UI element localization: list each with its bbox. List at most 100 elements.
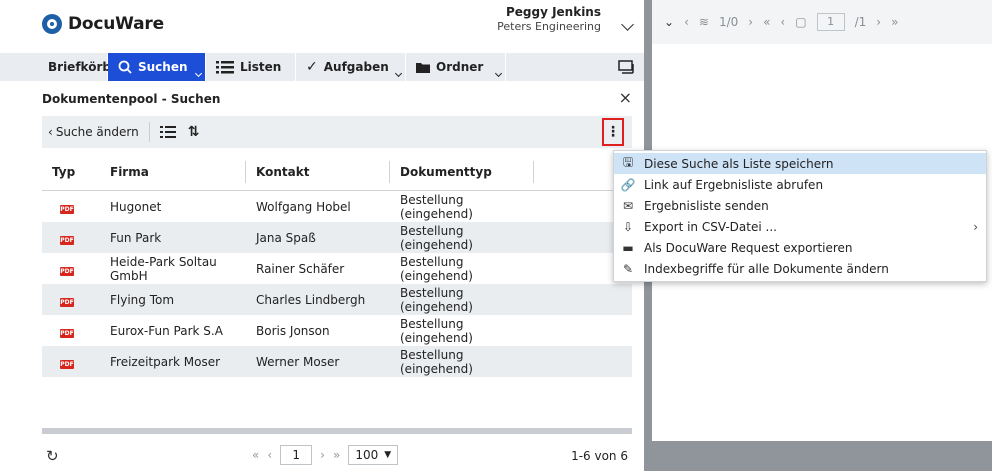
menu-item-export-csv[interactable]: ⇩ Export in CSV-Datei ... ›: [614, 216, 986, 237]
horizontal-scrollbar[interactable]: [42, 428, 632, 434]
cell-kontakt: Boris Jonson: [256, 323, 330, 338]
change-search-button[interactable]: ‹ Suche ändern: [42, 116, 145, 148]
sort-icon: ⇅: [187, 124, 200, 140]
chevron-down-icon[interactable]: [494, 69, 503, 78]
pdf-icon: PDF: [60, 204, 74, 214]
table-row[interactable]: PDF Fun Park Jana Spaß Bestellung (einge…: [42, 222, 632, 253]
cell-kontakt: Wolfgang Hobel: [256, 199, 351, 214]
type-cell: PDF: [42, 231, 100, 245]
pagination: « ‹ 1 › » 100 ▼: [252, 445, 399, 465]
viewer-page-input[interactable]: 1: [816, 13, 845, 31]
nav-ordner[interactable]: Ordner: [406, 53, 506, 81]
chevron-down-icon: ▼: [384, 450, 392, 460]
type-cell: PDF: [42, 200, 100, 214]
page-size-value: 100: [355, 448, 379, 462]
nav-suchen[interactable]: Suchen: [108, 53, 206, 81]
first-page-icon[interactable]: «: [252, 448, 259, 462]
menu-item-edit-index[interactable]: ✎ Indexbegriffe für alle Dokumente änder…: [614, 258, 986, 279]
cell-kontakt: Rainer Schäfer: [256, 261, 345, 276]
cell-firma: Freizeitpark Moser: [110, 354, 221, 369]
pdf-icon: PDF: [60, 297, 74, 307]
nav-listen[interactable]: Listen: [206, 53, 296, 81]
menu-item-send-list[interactable]: ✉ Ergebnisliste senden: [614, 195, 986, 216]
type-cell: PDF: [42, 262, 100, 276]
export-icon: ⇩: [622, 219, 634, 234]
cell-dokumenttyp: Bestellung (eingehend): [400, 285, 473, 314]
brand-name: DocuWare: [68, 14, 164, 34]
col-firma[interactable]: Firma: [100, 160, 246, 183]
stack-icon[interactable]: ≋: [699, 15, 709, 29]
user-company: Peters Engineering: [497, 20, 601, 33]
cell-firma: Hugonet: [110, 199, 162, 214]
first-page-icon[interactable]: «: [763, 15, 770, 29]
cell-dokumenttyp: Bestellung (eingehend): [400, 347, 473, 376]
menu-item-save-as-list[interactable]: 🖫 Diese Suche als Liste speichern: [614, 153, 986, 174]
table-row[interactable]: PDF Flying Tom Charles Lindbergh Bestell…: [42, 284, 632, 315]
viewer-page-total: /1: [854, 15, 867, 29]
col-kontakt[interactable]: Kontakt: [246, 160, 390, 183]
page-number-input[interactable]: 1: [280, 445, 313, 465]
prev-page-icon[interactable]: ‹: [780, 15, 785, 29]
col-dokumenttyp[interactable]: Dokumenttyp: [390, 160, 534, 183]
last-page-icon[interactable]: »: [333, 448, 340, 462]
nav-listen-label: Listen: [240, 60, 282, 74]
page-icon[interactable]: ▢: [795, 15, 806, 29]
refresh-icon[interactable]: ↻: [46, 447, 59, 465]
nav-aufgaben[interactable]: ✓ Aufgaben: [296, 53, 406, 81]
viewer-statusbar: [652, 441, 992, 471]
table-row[interactable]: PDF Hugonet Wolfgang Hobel Bestellung (e…: [42, 191, 632, 222]
next-document-icon[interactable]: ›: [748, 15, 753, 29]
save-icon: 🖫: [622, 155, 634, 169]
last-page-icon[interactable]: »: [891, 15, 898, 29]
docuware-logo[interactable]: DocuWare: [42, 14, 164, 34]
type-cell: PDF: [42, 324, 100, 338]
pdf-icon: PDF: [60, 328, 74, 338]
col-typ[interactable]: Typ: [42, 161, 100, 183]
pdf-icon: PDF: [60, 359, 74, 369]
link-icon: 🔗: [620, 177, 636, 192]
nav-briefkoerbe[interactable]: Briefkörbe: [0, 53, 119, 81]
more-actions-button[interactable]: ⋮: [602, 118, 624, 146]
menu-item-export-request[interactable]: ▬ Als DocuWare Request exportieren: [614, 237, 986, 258]
prev-page-icon[interactable]: ‹: [267, 448, 272, 462]
table-row[interactable]: PDF Freizeitpark Moser Werner Moser Best…: [42, 346, 632, 377]
list-icon: [216, 61, 234, 74]
table-row[interactable]: PDF Heide-Park Soltau GmbH Rainer Schäfe…: [42, 253, 632, 284]
cell-dokumenttyp: Bestellung (eingehend): [400, 254, 473, 283]
close-icon[interactable]: ×: [619, 90, 632, 106]
menu-item-label: Als DocuWare Request exportieren: [644, 240, 853, 255]
prev-document-icon[interactable]: ‹: [684, 15, 689, 29]
nav-aufgaben-label: Aufgaben: [323, 60, 389, 74]
menu-item-label: Ergebnisliste senden: [644, 198, 769, 213]
menu-item-get-link[interactable]: 🔗 Link auf Ergebnisliste abrufen: [614, 174, 986, 195]
cell-kontakt: Werner Moser: [256, 354, 340, 369]
chevron-down-icon[interactable]: [621, 18, 634, 31]
viewer-toolbar: ⌄ ‹ ≋ 1/0 › « ‹ ▢ 1 /1 › »: [652, 0, 992, 44]
list-view-button[interactable]: [154, 116, 182, 148]
next-page-icon[interactable]: ›: [876, 15, 881, 29]
sort-button[interactable]: ⇅: [182, 116, 206, 148]
chevron-down-icon[interactable]: ⌄: [664, 15, 674, 29]
toggle-viewer-button[interactable]: [608, 53, 644, 81]
toolbar-divider: [148, 122, 150, 142]
folder-icon: [416, 62, 430, 73]
pdf-icon: PDF: [60, 266, 74, 276]
cell-kontakt: Jana Spaß: [256, 230, 316, 245]
list-view-icon: [159, 126, 176, 138]
chevron-down-icon[interactable]: [394, 69, 403, 78]
user-name: Peggy Jenkins: [505, 5, 601, 19]
change-search-label: Suche ändern: [55, 125, 139, 139]
chevron-down-icon[interactable]: [194, 69, 203, 78]
user-menu[interactable]: Peggy Jenkins Peters Engineering: [497, 4, 601, 34]
next-page-icon[interactable]: ›: [320, 448, 325, 462]
menu-item-label: Indexbegriffe für alle Dokumente ändern: [644, 261, 889, 276]
chevron-right-icon: ›: [973, 220, 978, 234]
result-footer: ↻ « ‹ 1 › » 100 ▼ 1-6 von 6: [42, 441, 632, 471]
pdf-icon: PDF: [60, 235, 74, 245]
docuware-logo-icon: [42, 14, 62, 34]
main-nav: Briefkörbe Suchen Listen ✓ Aufgaben Ordn…: [0, 53, 644, 81]
pane-titlebar: Dokumentenpool - Suchen ×: [0, 82, 644, 116]
document-counter: 1/0: [718, 15, 739, 29]
page-size-select[interactable]: 100 ▼: [348, 445, 399, 465]
table-row[interactable]: PDF Eurox-Fun Park S.A Boris Jonson Best…: [42, 315, 632, 346]
